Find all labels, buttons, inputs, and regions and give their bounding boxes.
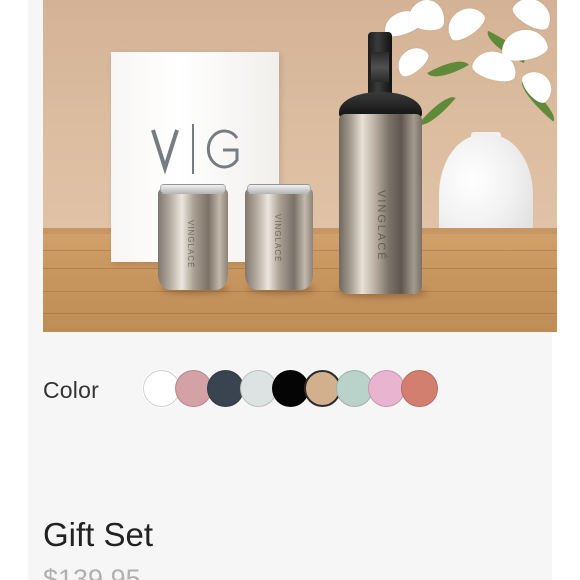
chiller-engraving: VINGLACÉ [375,190,387,262]
tumbler-engraving: VINGLACÉ [273,214,282,263]
tumbler-lid [247,184,311,194]
tumbler-engraving: VINGLACÉ [186,220,195,269]
vg-logo-icon [151,124,239,174]
tumbler-lid [160,184,226,194]
product-image[interactable]: VINGLACÉ VINGLACÉ VINGLACÉ [43,0,557,332]
color-label: Color [43,377,99,403]
wine-bottle-neck [368,32,392,96]
color-swatch-coral[interactable] [400,370,438,407]
product-price: $139.95 [43,564,141,580]
product-title: Gift Set [43,516,154,553]
page: VINGLACÉ VINGLACÉ VINGLACÉ Color Gift Se… [0,0,580,580]
